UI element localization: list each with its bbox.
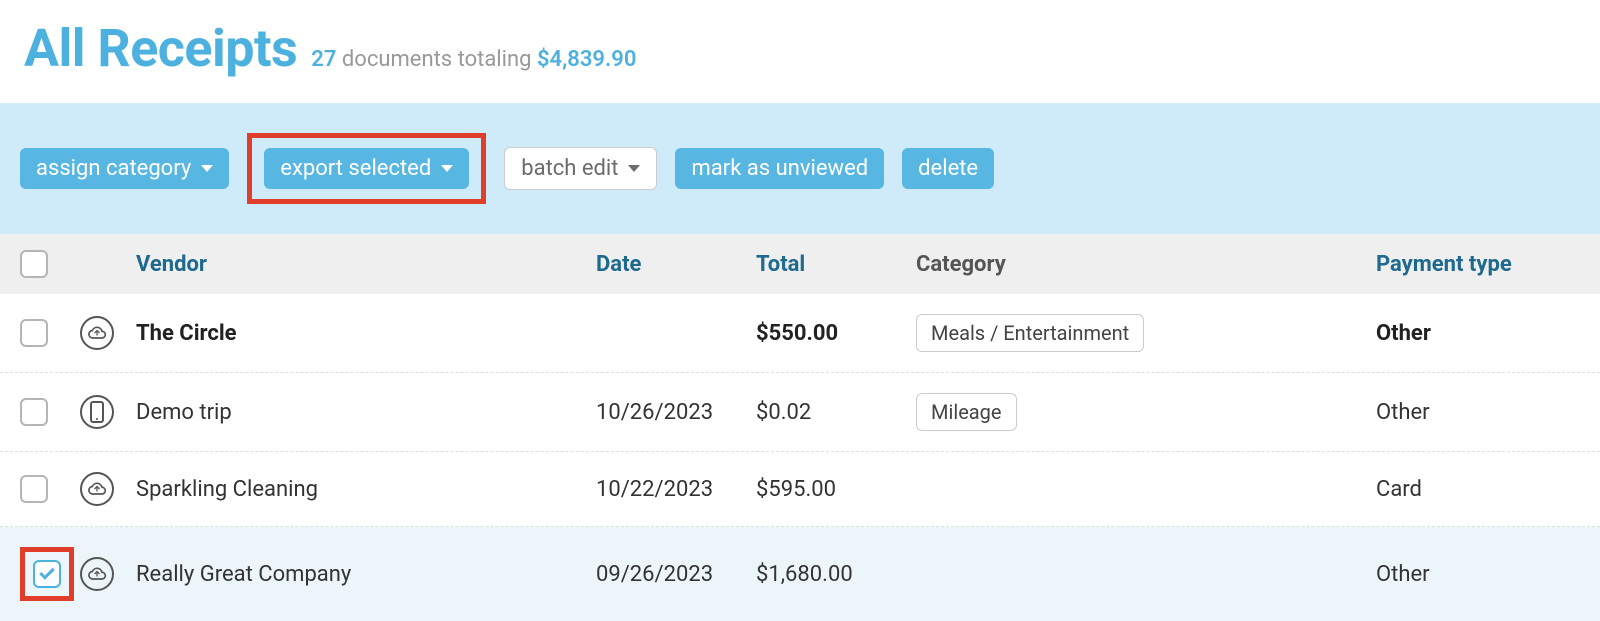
delete-label: delete [918,156,978,181]
chevron-down-icon [628,165,640,172]
total-cell: $0.02 [756,400,916,425]
payment-cell: Other [1376,400,1576,425]
document-count: 27 [311,47,336,72]
date-cell: 10/26/2023 [596,400,756,425]
column-date[interactable]: Date [596,252,756,277]
document-totals: 27 documents totaling $4,839.90 [311,47,636,72]
date-cell: 09/26/2023 [596,562,756,587]
table-header: Vendor Date Total Category Payment type [0,234,1600,294]
header: All Receipts 27 documents totaling $4,83… [0,0,1600,103]
column-vendor[interactable]: Vendor [136,252,596,277]
select-all-checkbox[interactable] [20,250,48,278]
mark-unviewed-label: mark as unviewed [691,156,868,181]
cloud-upload-icon [80,316,114,350]
batch-edit-label: batch edit [521,156,618,181]
category-cell: Meals / Entertainment [916,314,1376,352]
batch-edit-button[interactable]: batch edit [504,147,657,190]
total-cell: $1,680.00 [756,562,916,587]
table-row[interactable]: Really Great Company09/26/2023$1,680.00 O… [0,527,1600,621]
chevron-down-icon [441,165,453,172]
page-title: All Receipts [24,18,297,79]
export-selected-label: export selected [280,156,431,181]
phone-icon [80,395,114,429]
cloud-upload-icon [80,557,114,591]
export-selected-button[interactable]: export selected [264,148,469,189]
assign-category-button[interactable]: assign category [20,148,229,189]
total-cell: $550.00 [756,321,916,346]
total-cell: $595.00 [756,477,916,502]
date-cell: 10/22/2023 [596,477,756,502]
document-amount: $4,839.90 [537,47,636,72]
table-row[interactable]: Sparkling Cleaning10/22/2023$595.00 Card [0,452,1600,527]
check-icon [39,564,55,580]
column-total[interactable]: Total [756,252,916,277]
assign-category-label: assign category [36,156,191,181]
payment-cell: Card [1376,477,1576,502]
toolbar: assign category export selected batch ed… [0,103,1600,234]
row-checkbox[interactable] [20,475,48,503]
table-row[interactable]: Demo trip10/26/2023$0.02Mileage Other [0,373,1600,452]
row-checkbox[interactable] [20,398,48,426]
table-row[interactable]: The Circle $550.00Meals / Entertainment Ot… [0,294,1600,373]
document-suffix: documents totaling [342,47,532,72]
row-checkbox-highlight [20,547,74,601]
category-cell: Mileage [916,393,1376,431]
vendor-cell: Really Great Company [136,562,596,587]
category-pill[interactable]: Mileage [916,393,1017,431]
row-checkbox[interactable] [20,319,48,347]
vendor-cell: The Circle [136,321,596,346]
mark-unviewed-button[interactable]: mark as unviewed [675,148,884,189]
payment-cell: Other [1376,562,1576,587]
payment-cell: Other [1376,321,1576,346]
column-category[interactable]: Category [916,252,1376,277]
cloud-upload-icon [80,472,114,506]
row-checkbox[interactable] [33,560,61,588]
export-selected-highlight: export selected [247,133,486,204]
receipts-table: Vendor Date Total Category Payment type … [0,234,1600,621]
delete-button[interactable]: delete [902,148,994,189]
chevron-down-icon [201,165,213,172]
column-payment-type[interactable]: Payment type [1376,252,1576,277]
vendor-cell: Demo trip [136,400,596,425]
category-pill[interactable]: Meals / Entertainment [916,314,1144,352]
vendor-cell: Sparkling Cleaning [136,477,596,502]
